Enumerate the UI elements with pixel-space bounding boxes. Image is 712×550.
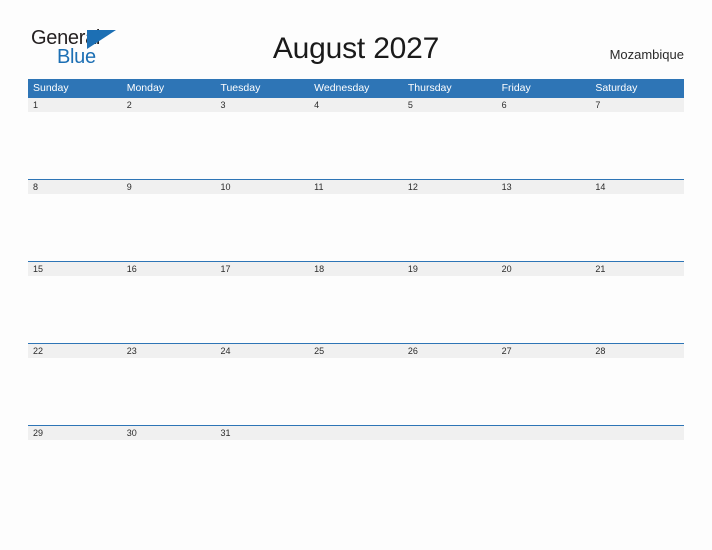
day-number[interactable]: 3 (215, 98, 309, 112)
weekday-header-wednesday: Wednesday (314, 82, 370, 94)
week-date-band: 1 2 3 4 5 6 7 (28, 98, 684, 112)
day-number[interactable]: 14 (590, 180, 684, 194)
day-cell[interactable] (590, 440, 684, 507)
day-cell[interactable] (590, 358, 684, 425)
day-number[interactable]: 26 (403, 344, 497, 358)
weekday-header-saturday: Saturday (595, 82, 638, 94)
day-cell[interactable] (215, 112, 309, 179)
day-number[interactable]: 2 (122, 98, 216, 112)
page-title: August 2027 (272, 32, 440, 65)
week-date-band: 15 16 17 18 19 20 21 (28, 262, 684, 276)
day-number[interactable] (309, 426, 403, 440)
day-cell[interactable] (497, 194, 591, 261)
week-row: 22 23 24 25 26 27 28 (28, 343, 684, 425)
day-number[interactable]: 4 (309, 98, 403, 112)
week-body-row (28, 194, 684, 261)
day-number[interactable]: 30 (122, 426, 216, 440)
day-number[interactable]: 1 (28, 98, 122, 112)
day-number[interactable]: 25 (309, 344, 403, 358)
day-cell[interactable] (215, 358, 309, 425)
weekday-header-tuesday: Tuesday (220, 82, 261, 94)
day-cell[interactable] (122, 358, 216, 425)
day-number[interactable]: 10 (215, 180, 309, 194)
day-cell[interactable] (309, 112, 403, 179)
day-number[interactable] (590, 426, 684, 440)
day-cell[interactable] (28, 194, 122, 261)
calendar-grid: Sunday Monday Tuesday Wednesday Thursday… (28, 79, 684, 507)
country-label: Mozambique (609, 47, 684, 62)
weekday-header-friday: Friday (501, 82, 531, 94)
day-number[interactable] (497, 426, 591, 440)
week-body-row (28, 276, 684, 343)
week-date-band: 29 30 31 (28, 426, 684, 440)
day-cell[interactable] (497, 358, 591, 425)
day-cell[interactable] (309, 358, 403, 425)
day-number[interactable]: 13 (497, 180, 591, 194)
day-cell[interactable] (590, 194, 684, 261)
day-cell[interactable] (497, 440, 591, 507)
weekday-header-sunday: Sunday (33, 82, 69, 94)
day-cell[interactable] (28, 358, 122, 425)
day-number[interactable]: 6 (497, 98, 591, 112)
week-row: 29 30 31 (28, 425, 684, 507)
day-number[interactable]: 16 (122, 262, 216, 276)
day-cell[interactable] (403, 194, 497, 261)
day-cell[interactable] (403, 358, 497, 425)
day-number[interactable]: 27 (497, 344, 591, 358)
day-number[interactable]: 22 (28, 344, 122, 358)
day-cell[interactable] (215, 276, 309, 343)
day-number[interactable]: 28 (590, 344, 684, 358)
day-cell[interactable] (497, 112, 591, 179)
day-number[interactable]: 8 (28, 180, 122, 194)
day-cell[interactable] (590, 276, 684, 343)
day-cell[interactable] (309, 440, 403, 507)
day-number[interactable]: 12 (403, 180, 497, 194)
day-cell[interactable] (122, 440, 216, 507)
day-number[interactable]: 17 (215, 262, 309, 276)
day-cell[interactable] (28, 276, 122, 343)
week-date-band: 8 9 10 11 12 13 14 (28, 180, 684, 194)
day-cell[interactable] (590, 112, 684, 179)
page-header: General Blue August 2027 Mozambique (0, 0, 712, 78)
day-number[interactable]: 9 (122, 180, 216, 194)
day-number[interactable]: 31 (215, 426, 309, 440)
week-row: 1 2 3 4 5 6 7 (28, 97, 684, 179)
week-row: 8 9 10 11 12 13 14 (28, 179, 684, 261)
day-number[interactable]: 18 (309, 262, 403, 276)
day-cell[interactable] (403, 112, 497, 179)
day-cell[interactable] (28, 440, 122, 507)
day-cell[interactable] (309, 194, 403, 261)
day-cell[interactable] (122, 276, 216, 343)
day-cell[interactable] (215, 440, 309, 507)
week-body-row (28, 358, 684, 425)
day-cell[interactable] (403, 276, 497, 343)
day-number[interactable]: 5 (403, 98, 497, 112)
day-cell[interactable] (403, 440, 497, 507)
day-number[interactable]: 11 (309, 180, 403, 194)
day-cell[interactable] (497, 276, 591, 343)
day-number[interactable]: 7 (590, 98, 684, 112)
weekday-header-thursday: Thursday (407, 82, 452, 94)
week-date-band: 22 23 24 25 26 27 28 (28, 344, 684, 358)
day-number[interactable]: 15 (28, 262, 122, 276)
day-cell[interactable] (28, 112, 122, 179)
day-number[interactable]: 20 (497, 262, 591, 276)
week-row: 15 16 17 18 19 20 21 (28, 261, 684, 343)
week-body-row (28, 440, 684, 507)
day-cell[interactable] (309, 276, 403, 343)
day-cell[interactable] (122, 112, 216, 179)
day-number[interactable]: 29 (28, 426, 122, 440)
week-body-row (28, 112, 684, 179)
day-cell[interactable] (122, 194, 216, 261)
day-number[interactable] (403, 426, 497, 440)
day-number[interactable]: 24 (215, 344, 309, 358)
day-number[interactable]: 21 (590, 262, 684, 276)
day-number[interactable]: 19 (403, 262, 497, 276)
day-cell[interactable] (215, 194, 309, 261)
weekday-header-row: Sunday Monday Tuesday Wednesday Thursday… (28, 79, 684, 97)
weekday-header-monday: Monday (126, 82, 165, 94)
day-number[interactable]: 23 (122, 344, 216, 358)
